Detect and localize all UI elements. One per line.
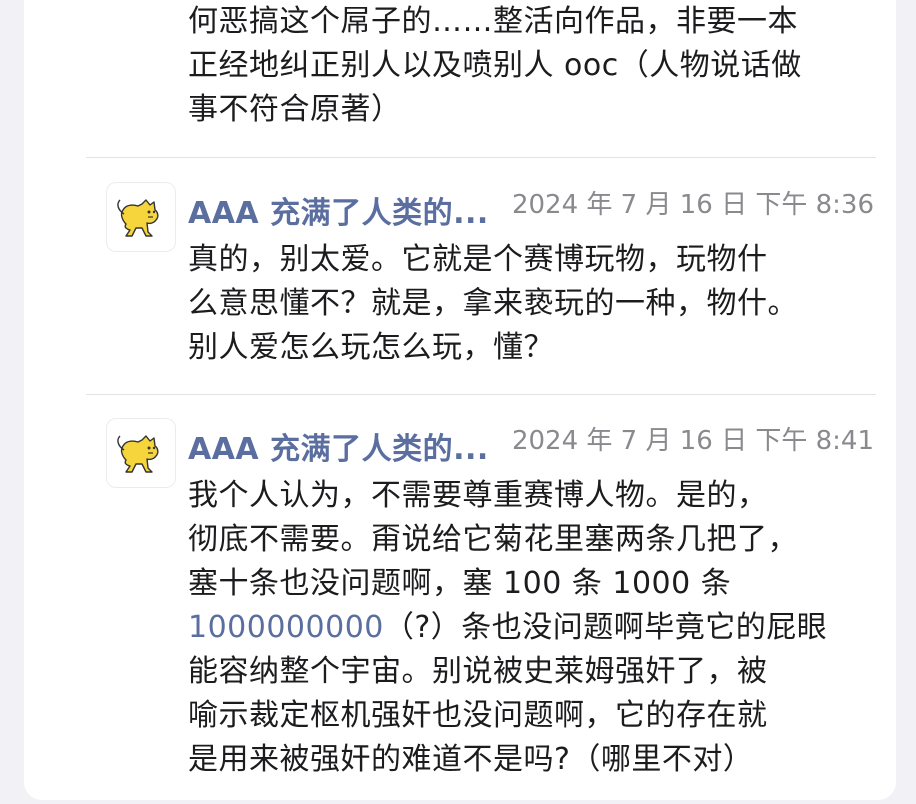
avatar[interactable] [106, 182, 176, 252]
comment-line: 是用来被强奸的难道不是吗?（哪里不对） [188, 742, 754, 777]
comment-line: 能容纳整个宇宙。别说被史莱姆强奸了，被 [188, 654, 768, 689]
post-line: 何恶搞这个屌子的……整活向作品，非要一本 [188, 4, 798, 39]
yellow-cat-icon [117, 199, 159, 237]
yellow-cat-icon [117, 435, 159, 473]
comment-timestamp: 2024 年 7 月 16 日 下午 8:36 [511, 190, 874, 220]
number-link[interactable]: 1000000000 [188, 610, 384, 645]
avatar[interactable] [106, 418, 176, 488]
comment-body: 我个人认为，不需要尊重赛博人物。是的， 彻底不需要。甭说给它菊花里塞两条几把了，… [188, 474, 888, 782]
comment-author[interactable]: AAA 充满了人类的... [188, 188, 489, 232]
divider [86, 394, 876, 395]
comment-timestamp: 2024 年 7 月 16 日 下午 8:41 [511, 426, 874, 456]
comment-line: 我个人认为，不需要尊重赛博人物。是的， [188, 478, 768, 513]
post-line: 正经地纠正别人以及喷别人 ooc（人物说话做 [188, 48, 802, 83]
divider [86, 157, 876, 158]
comment-line: 塞十条也没问题啊，塞 100 条 1000 条 [188, 566, 732, 601]
comment-line: 么意思懂不？就是，拿来亵玩的一种，物什。 [188, 286, 798, 321]
comment-line-text: （?）条也没问题啊毕竟它的屁眼 [383, 610, 828, 645]
comment-line: 1000000000（?）条也没问题啊毕竟它的屁眼 [188, 606, 888, 650]
comment-line: 彻底不需要。甭说给它菊花里塞两条几把了， [188, 522, 798, 557]
comment-body: 真的，别太爱。它就是个赛博玩物，玩物什 么意思懂不？就是，拿来亵玩的一种，物什。… [188, 238, 888, 370]
comment-author[interactable]: AAA 充满了人类的... [188, 424, 489, 468]
post-body: 何恶搞这个屌子的……整活向作品，非要一本 正经地纠正别人以及喷别人 ooc（人物… [188, 0, 888, 132]
comment-line: 喻示裁定枢机强奸也没问题啊，它的存在就 [188, 698, 768, 733]
comment-line: 真的，别太爱。它就是个赛博玩物，玩物什 [188, 242, 768, 277]
post-line: 事不符合原著） [188, 92, 402, 127]
comment-line: 别人爱怎么玩怎么玩，懂？ [188, 330, 554, 365]
